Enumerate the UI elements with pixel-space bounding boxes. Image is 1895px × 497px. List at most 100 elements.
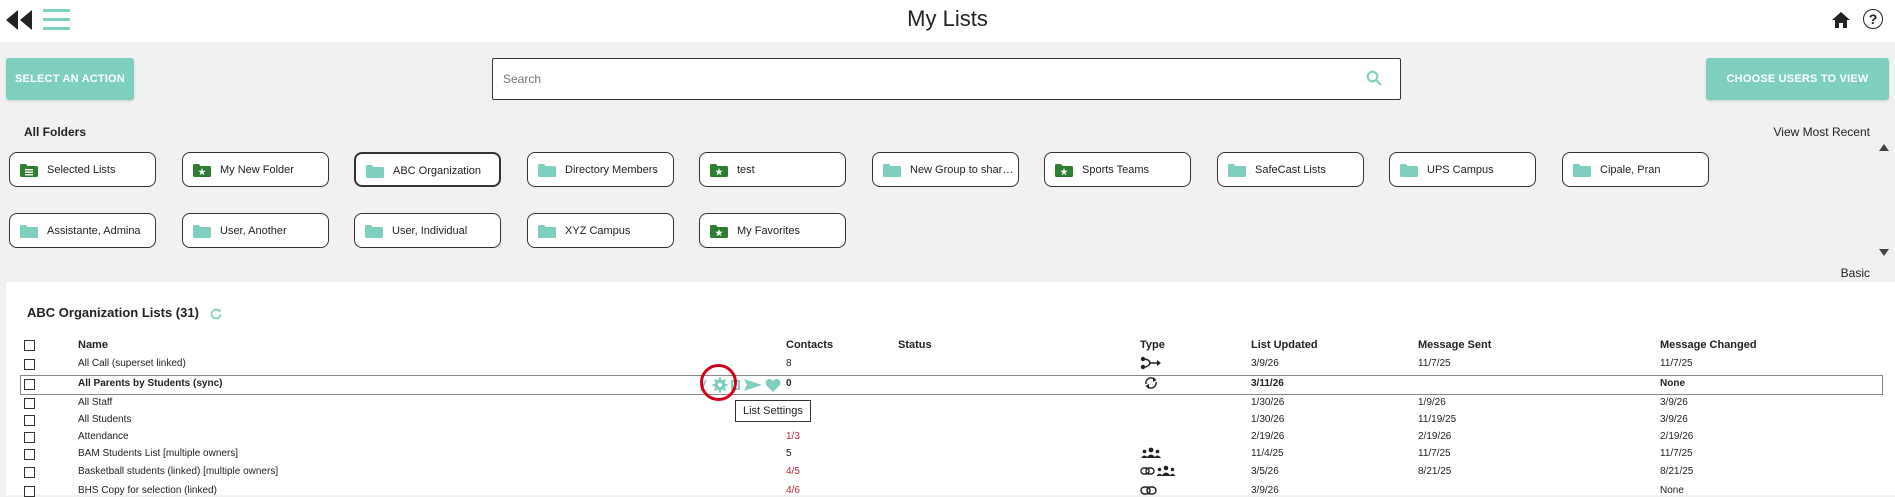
contacts-count[interactable]: 1/3	[786, 431, 800, 442]
choose-users-button[interactable]: CHOOSE USERS TO VIEW	[1706, 58, 1889, 100]
row-checkbox[interactable]	[24, 398, 35, 409]
folder-star-icon	[193, 164, 211, 177]
column-header-message-changed[interactable]: Message Changed	[1660, 339, 1757, 351]
folder-tile[interactable]: SafeCast Lists	[1217, 152, 1364, 187]
folder-tile[interactable]: test	[699, 152, 846, 187]
list-name-link[interactable]: BHS Copy for selection (linked)	[78, 485, 217, 496]
list-updated-date: 3/9/26	[1251, 485, 1279, 496]
folder-tile[interactable]: User, Individual	[354, 213, 501, 248]
contacts-count[interactable]: 4/6	[786, 485, 800, 496]
folder-tile[interactable]: Selected Lists	[9, 152, 156, 187]
list-name-link[interactable]: All Call (superset linked)	[78, 358, 186, 369]
folder-icon	[366, 165, 384, 178]
folder-tile[interactable]: UPS Campus	[1389, 152, 1536, 187]
folder-label: test	[737, 164, 755, 176]
message-sent-date: 11/7/25	[1418, 358, 1451, 369]
folder-tile[interactable]: Assistante, Admina	[9, 213, 156, 248]
folder-icon	[538, 164, 556, 177]
select-all-checkbox[interactable]	[24, 340, 35, 351]
folder-tile[interactable]: XYZ Campus	[527, 213, 674, 248]
view-most-recent-link[interactable]: View Most Recent	[1774, 125, 1871, 139]
column-header-status[interactable]: Status	[898, 339, 932, 351]
heart-icon[interactable]	[765, 378, 781, 392]
search-input[interactable]	[501, 59, 1345, 99]
row-checkbox[interactable]	[24, 449, 35, 460]
lists-title: ABC Organization Lists (31)	[27, 305, 199, 320]
send-icon[interactable]	[744, 379, 762, 391]
folder-icon	[20, 225, 38, 238]
folder-icon	[538, 225, 556, 238]
list-settings-tooltip: List Settings	[735, 400, 811, 422]
folder-label: User, Individual	[392, 225, 468, 237]
row-checkbox[interactable]	[24, 415, 35, 426]
list-updated-date: 3/5/26	[1251, 466, 1279, 477]
folder-label: SafeCast Lists	[1255, 164, 1326, 176]
contacts-count: 0	[786, 378, 792, 389]
top-bar: My Lists ?	[0, 0, 1895, 42]
search-icon[interactable]	[1366, 70, 1382, 86]
column-header-type[interactable]: Type	[1140, 339, 1165, 351]
message-sent-date: 11/7/25	[1418, 448, 1451, 459]
refresh-icon[interactable]	[209, 307, 223, 321]
row-checkbox[interactable]	[24, 379, 35, 390]
message-sent-date: 1/9/26	[1418, 397, 1446, 408]
scroll-up-arrow[interactable]	[1879, 144, 1889, 151]
message-changed-date: 8/21/25	[1660, 466, 1694, 477]
folder-tile[interactable]: New Group to share...	[872, 152, 1019, 187]
scroll-down-arrow[interactable]	[1879, 249, 1889, 256]
column-header-list-updated[interactable]: List Updated	[1251, 339, 1318, 351]
list-name-link[interactable]: BAM Students List [multiple owners]	[78, 448, 238, 459]
message-changed-date: 11/7/25	[1660, 448, 1693, 459]
list-name-link[interactable]: All Parents by Students (sync)	[78, 378, 222, 389]
folder-tile[interactable]: Sports Teams	[1044, 152, 1191, 187]
folder-star-icon	[710, 225, 728, 238]
list-name-link[interactable]: All Staff	[78, 397, 112, 408]
row-checkbox[interactable]	[24, 359, 35, 370]
folder-label: Cipale, Pran	[1600, 164, 1661, 176]
folder-label: My Favorites	[737, 225, 800, 237]
list-name-link[interactable]: Basketball students (linked) [multiple o…	[78, 466, 278, 477]
select-action-button[interactable]: SELECT AN ACTION	[6, 58, 134, 100]
contacts-count[interactable]: 4/5	[786, 466, 800, 477]
folder-icon	[1400, 164, 1418, 177]
list-name-link[interactable]: Attendance	[78, 431, 129, 442]
message-changed-date: 3/9/26	[1660, 397, 1688, 408]
column-header-message-sent[interactable]: Message Sent	[1418, 339, 1491, 351]
link-group-icon	[1140, 465, 1176, 476]
all-folders-label: All Folders	[24, 125, 87, 139]
message-changed-date: None	[1660, 378, 1685, 389]
message-changed-date: 3/9/26	[1660, 414, 1688, 425]
row-checkbox[interactable]	[24, 432, 35, 443]
folder-label: New Group to share...	[910, 164, 1014, 176]
row-checkbox[interactable]	[24, 467, 35, 478]
folder-icon	[193, 225, 211, 238]
folder-tile[interactable]: ABC Organization	[354, 152, 501, 187]
folder-tile[interactable]: User, Another	[182, 213, 329, 248]
page-title: My Lists	[907, 6, 988, 31]
folder-label: XYZ Campus	[565, 225, 631, 237]
folder-tile[interactable]: Cipale, Pran	[1562, 152, 1709, 187]
contacts-count: 8	[786, 358, 792, 369]
folder-label: ABC Organization	[393, 165, 482, 177]
hovered-row-outline	[20, 375, 1883, 395]
row-checkbox[interactable]	[24, 486, 35, 497]
highlight-circle	[700, 364, 737, 401]
folder-tile[interactable]: Directory Members	[527, 152, 674, 187]
list-updated-date: 2/19/26	[1251, 431, 1285, 442]
basic-view-toggle[interactable]: Basic	[1841, 266, 1870, 280]
column-header-contacts[interactable]: Contacts	[786, 339, 833, 351]
column-header-name[interactable]: Name	[78, 339, 108, 351]
home-icon[interactable]	[1831, 10, 1851, 30]
list-name-link[interactable]: All Students	[78, 414, 131, 425]
message-changed-date: None	[1660, 485, 1684, 496]
message-sent-date: 8/21/25	[1418, 466, 1452, 477]
folder-tile[interactable]: My New Folder	[182, 152, 329, 187]
folder-tile[interactable]: My Favorites	[699, 213, 846, 248]
folder-label: Sports Teams	[1082, 164, 1150, 176]
message-sent-date: 11/19/25	[1418, 414, 1457, 425]
message-sent-date: 2/19/26	[1418, 431, 1452, 442]
list-updated-date: 1/30/26	[1251, 414, 1285, 425]
list-updated-date: 11/4/25	[1251, 448, 1284, 459]
help-icon[interactable]: ?	[1863, 9, 1883, 29]
folder-label: UPS Campus	[1427, 164, 1494, 176]
